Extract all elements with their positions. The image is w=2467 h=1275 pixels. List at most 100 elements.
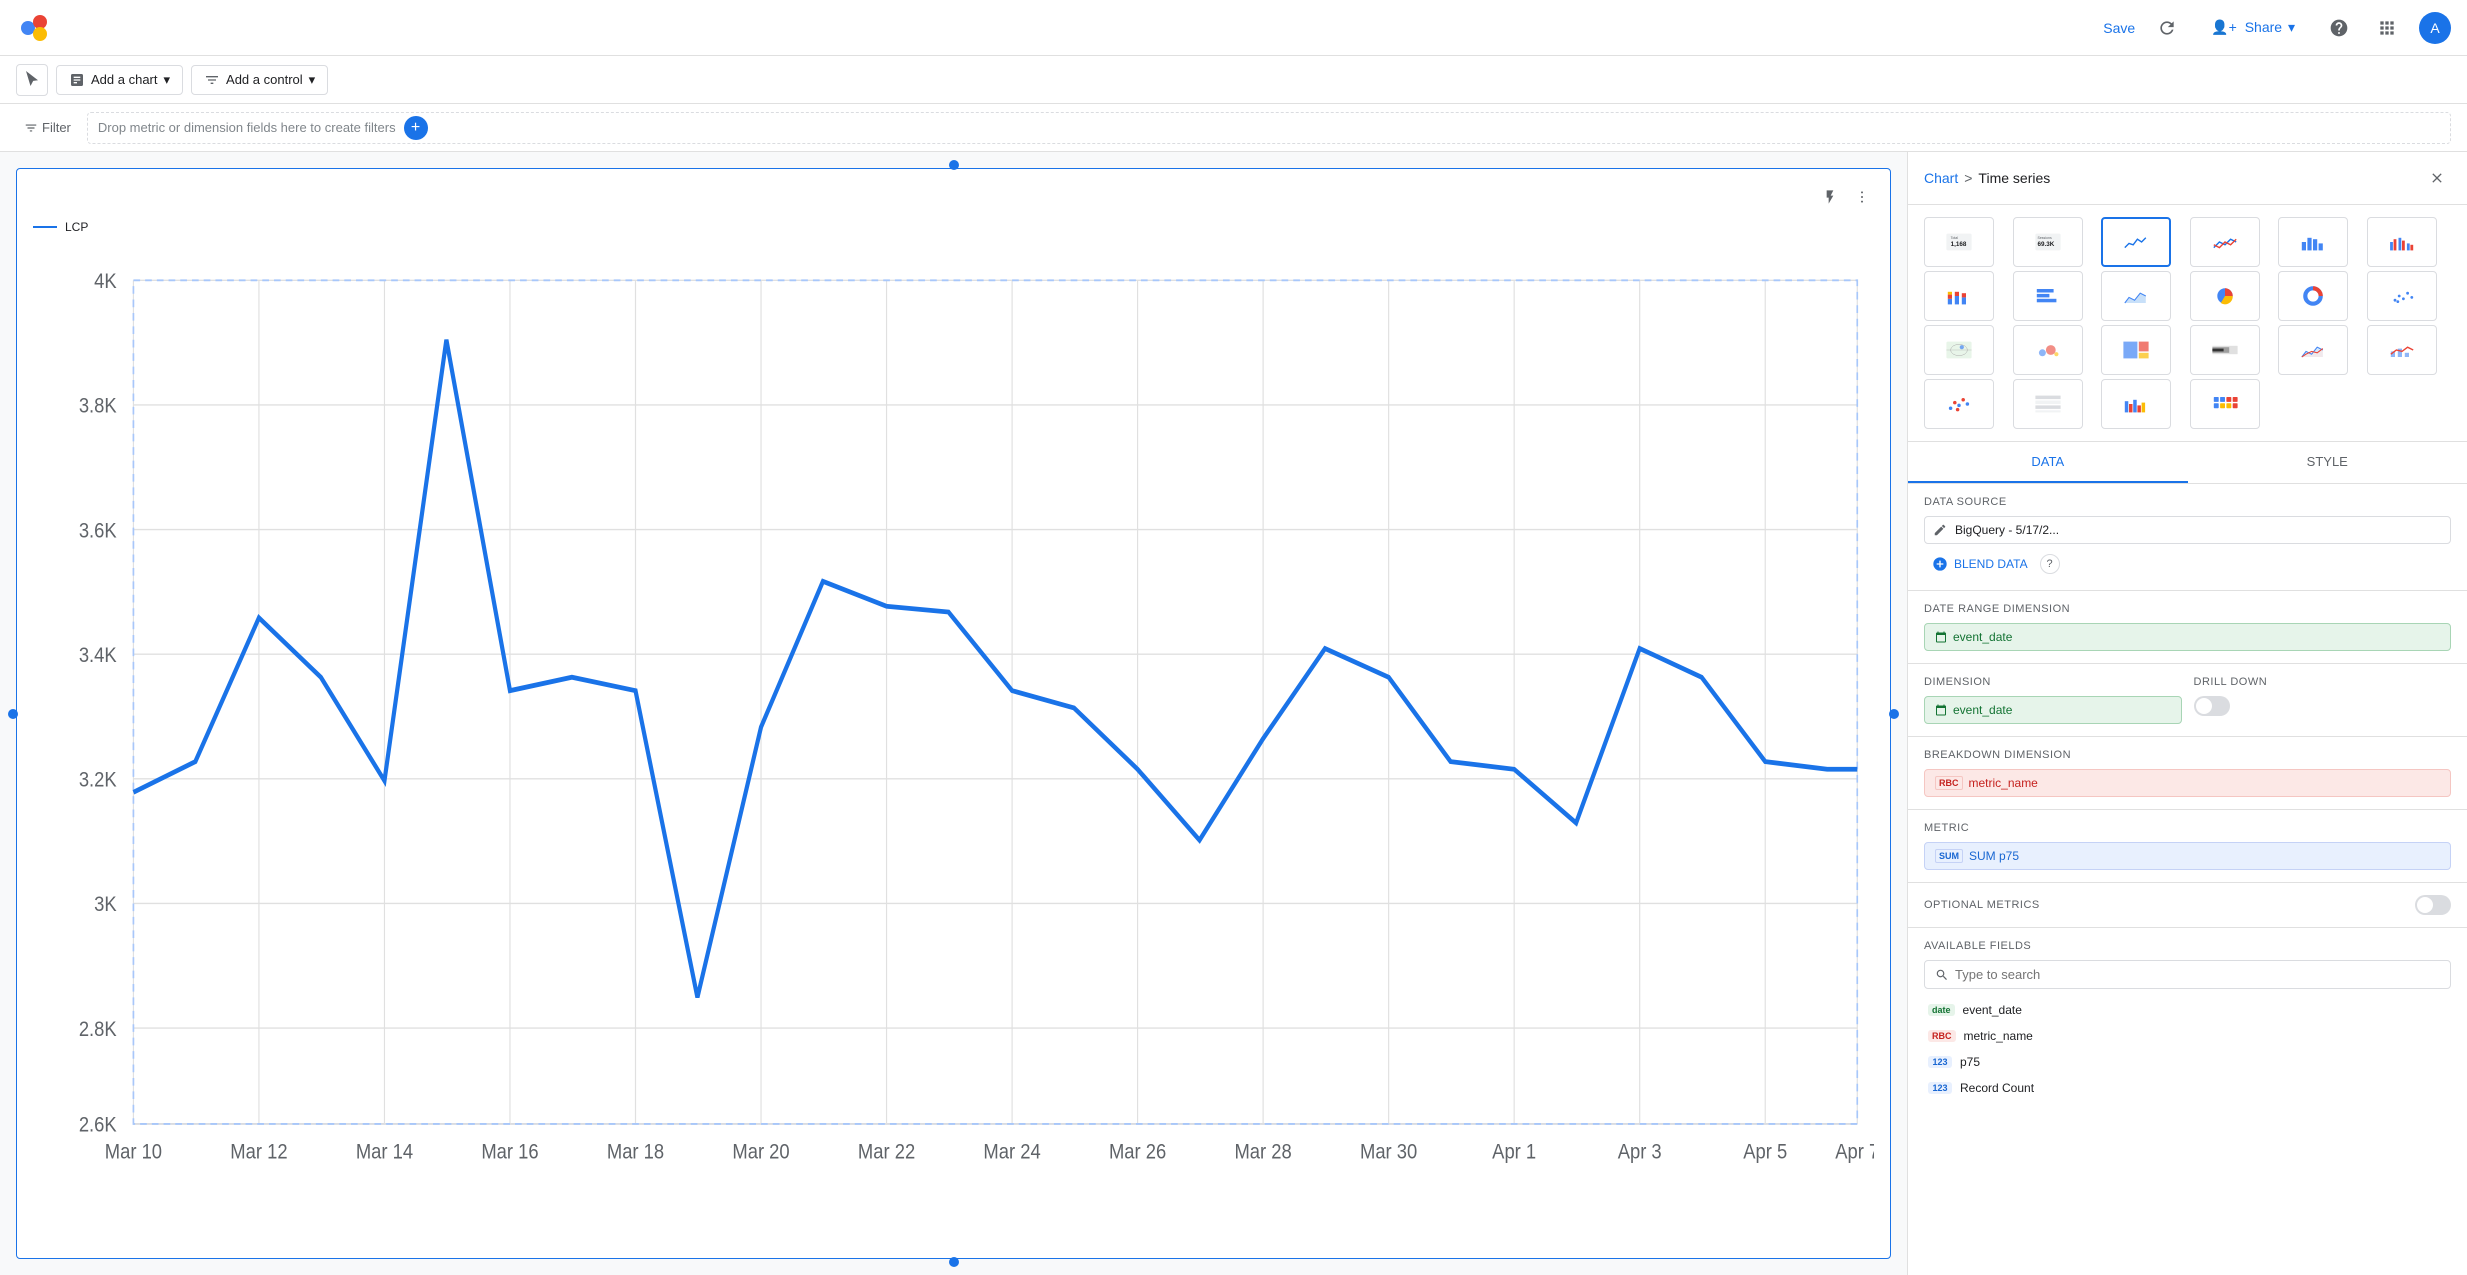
svg-text:2.8K: 2.8K: [79, 1018, 117, 1041]
help-icon: [2329, 18, 2349, 38]
dimension-field-chip[interactable]: event_date: [1924, 696, 2182, 724]
chart-type-scatter-2[interactable]: [1924, 379, 1994, 429]
chart-type-waffle[interactable]: [2190, 379, 2260, 429]
chart-type-donut[interactable]: [2278, 271, 2348, 321]
chart-type-scorecard-total[interactable]: Total1,168: [1924, 217, 1994, 267]
data-source-name: BigQuery - 5/17/2...: [1955, 523, 2442, 537]
calendar-icon: [1935, 631, 1947, 643]
chart-type-area-multi[interactable]: [2278, 325, 2348, 375]
filter-drop-area[interactable]: Drop metric or dimension fields here to …: [87, 112, 2451, 144]
selection-handle-left[interactable]: [8, 709, 18, 719]
apps-button[interactable]: [2371, 12, 2403, 44]
breakdown-section: Breakdown Dimension RBC metric_name: [1908, 737, 2467, 810]
metric-field-chip[interactable]: SUM SUM p75: [1924, 842, 2451, 870]
field-badge-metric-name: RBC: [1928, 1030, 1956, 1042]
avatar[interactable]: A: [2419, 12, 2451, 44]
refresh-icon: [2157, 18, 2177, 38]
selection-handle-top[interactable]: [949, 160, 959, 170]
pencil-icon: [1933, 523, 1947, 537]
date-range-field-chip[interactable]: event_date: [1924, 623, 2451, 651]
chart-type-bar-grouped[interactable]: [2367, 217, 2437, 267]
panel-close-button[interactable]: [2423, 164, 2451, 192]
save-button[interactable]: Save: [2103, 20, 2135, 36]
share-button[interactable]: 👤+ Share ▾: [2199, 13, 2307, 42]
metric-field-name: SUM p75: [1969, 849, 2019, 863]
date-range-label: Date Range Dimension: [1924, 603, 2451, 615]
filter-label: Filter: [16, 116, 79, 139]
chart-type-bar-horizontal[interactable]: [2013, 271, 2083, 321]
chart-type-area[interactable]: [2101, 271, 2171, 321]
chart-type-scatter[interactable]: [2367, 271, 2437, 321]
search-box: [1924, 960, 2451, 989]
chart-type-bullet[interactable]: [2190, 325, 2260, 375]
main-content: LCP: [0, 152, 2467, 1275]
help-button[interactable]: [2323, 12, 2355, 44]
chart-type-scorecard-sessions[interactable]: Sessions69.3K: [2013, 217, 2083, 267]
add-control-button[interactable]: Add a control ▾: [191, 65, 328, 95]
breadcrumb-chart[interactable]: Chart: [1924, 170, 1958, 186]
tab-data[interactable]: DATA: [1908, 442, 2188, 483]
available-fields-panel: Available Fields date event_date RBC met…: [1908, 928, 2467, 1275]
svg-text:1,168: 1,168: [1951, 241, 1967, 248]
chart-type-time-series[interactable]: [2101, 217, 2171, 267]
drill-down-toggle[interactable]: [2194, 696, 2230, 716]
chart-type-treemap[interactable]: [2101, 325, 2171, 375]
chart-svg: 4K 3.8K 3.6K 3.4K 3.2K 3K 2.8K 2.6K Mar …: [33, 242, 1874, 1239]
cursor-tool-button[interactable]: [16, 64, 48, 96]
search-input[interactable]: [1955, 967, 2440, 982]
chart-type-bar[interactable]: [2278, 217, 2348, 267]
chart-area: LCP: [0, 152, 1907, 1275]
blend-help-button[interactable]: ?: [2040, 554, 2060, 574]
chart-type-pivot-bar[interactable]: [2101, 379, 2171, 429]
chart-type-bubble[interactable]: [2013, 325, 2083, 375]
field-item-record-count[interactable]: 123 Record Count: [1924, 1075, 2451, 1101]
add-chart-button[interactable]: Add a chart ▾: [56, 65, 183, 95]
selection-handle-bottom[interactable]: [949, 1257, 959, 1267]
dimension-field-name: event_date: [1953, 703, 2012, 717]
svg-text:69.3K: 69.3K: [2037, 241, 2054, 248]
field-item-metric-name[interactable]: RBC metric_name: [1924, 1023, 2451, 1049]
field-name-metric-name: metric_name: [1964, 1029, 2033, 1043]
nav-right: Save 👤+ Share ▾ A: [2103, 12, 2451, 44]
chart-bolt-button[interactable]: [1818, 185, 1842, 212]
add-chart-label: Add a chart: [91, 72, 158, 87]
svg-text:3.6K: 3.6K: [79, 519, 117, 542]
svg-text:Mar 14: Mar 14: [356, 1140, 413, 1163]
chart-type-pie[interactable]: [2190, 271, 2260, 321]
svg-text:Apr 5: Apr 5: [1743, 1140, 1787, 1163]
blend-add-icon: [1932, 556, 1948, 572]
breakdown-field-chip[interactable]: RBC metric_name: [1924, 769, 2451, 797]
filter-add-button[interactable]: +: [404, 116, 428, 140]
optional-metrics-toggle[interactable]: [2415, 895, 2451, 915]
chart-type-line-combo[interactable]: [2367, 325, 2437, 375]
breakdown-field-name: metric_name: [1969, 776, 2038, 790]
svg-text:Mar 10: Mar 10: [105, 1140, 162, 1163]
chart-type-geo-map[interactable]: [1924, 325, 1994, 375]
chart-menu-button[interactable]: [1850, 185, 1874, 212]
close-icon: [2429, 170, 2445, 186]
svg-text:3.2K: 3.2K: [79, 768, 117, 791]
field-item-p75[interactable]: 123 p75: [1924, 1049, 2451, 1075]
more-vert-icon: [1854, 189, 1870, 205]
data-source-row[interactable]: BigQuery - 5/17/2...: [1924, 516, 2451, 544]
tab-style[interactable]: STYLE: [2188, 442, 2467, 483]
date-range-field-name: event_date: [1953, 630, 2012, 644]
breadcrumb-separator: >: [1964, 170, 1972, 186]
field-item-event-date[interactable]: date event_date: [1924, 997, 2451, 1023]
field-badge-event-date: date: [1928, 1004, 1955, 1016]
metric-section: Metric SUM SUM p75: [1908, 810, 2467, 883]
add-control-dropdown-icon: ▾: [309, 72, 316, 88]
svg-text:Total: Total: [1951, 236, 1959, 240]
blend-data-button[interactable]: BLEND DATA: [1924, 550, 2036, 578]
logo-icon: [16, 10, 52, 46]
add-control-label: Add a control: [226, 72, 303, 87]
refresh-button[interactable]: [2151, 12, 2183, 44]
chart-type-bar-stacked[interactable]: [1924, 271, 1994, 321]
dimension-drill-row: Dimension event_date Drill down: [1924, 676, 2451, 724]
svg-text:3.8K: 3.8K: [79, 395, 117, 418]
chart-svg-container: 4K 3.8K 3.6K 3.4K 3.2K 3K 2.8K 2.6K Mar …: [33, 242, 1874, 1239]
selection-handle-right[interactable]: [1889, 709, 1899, 719]
chart-type-line[interactable]: [2190, 217, 2260, 267]
chart-container: LCP: [16, 168, 1891, 1259]
chart-type-pivot[interactable]: [2013, 379, 2083, 429]
